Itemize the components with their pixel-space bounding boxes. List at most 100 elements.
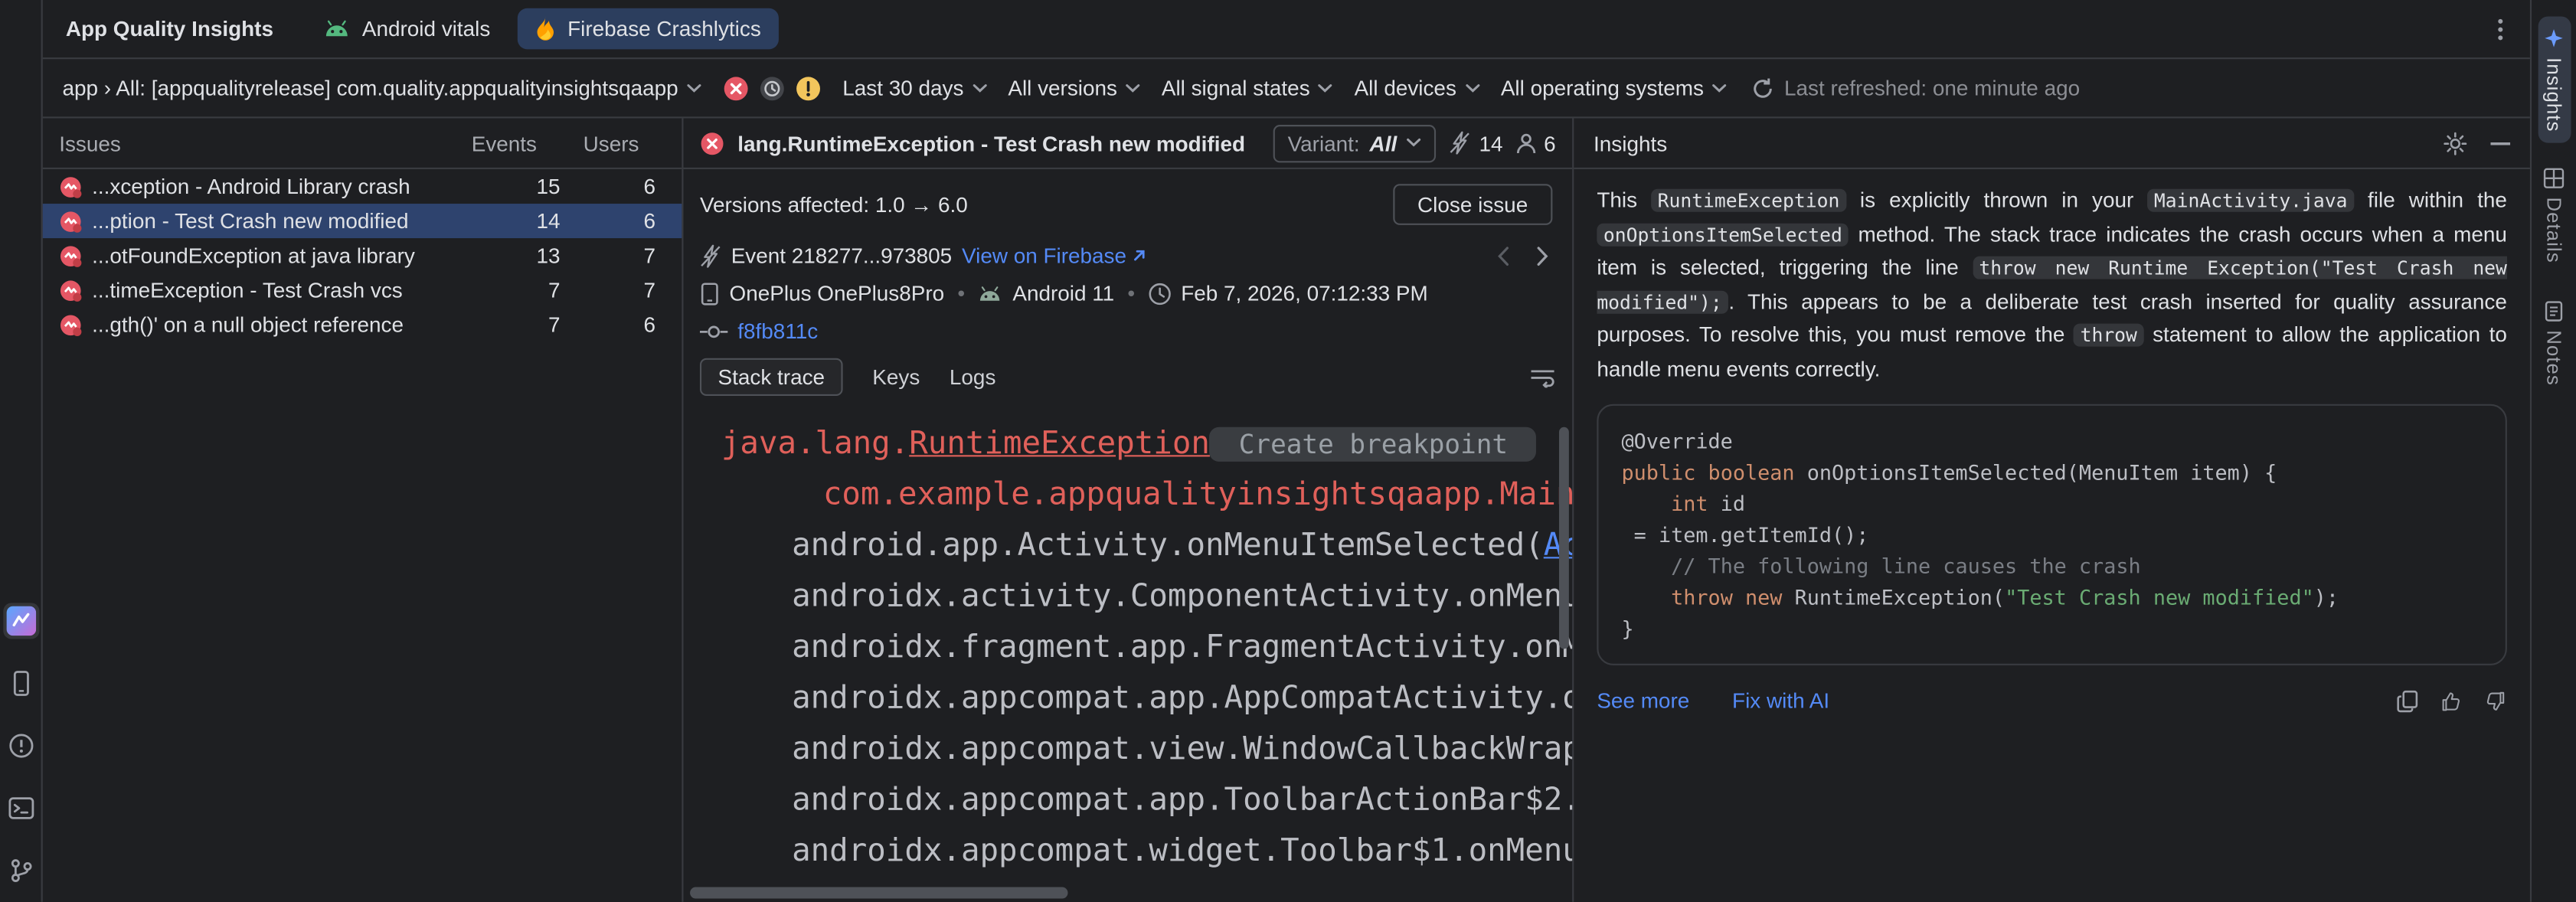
issue-events-count: 7 [472, 278, 584, 302]
stripe-label: Details [2542, 198, 2565, 263]
terminal-stripe-button[interactable] [2, 790, 38, 826]
vertical-scrollbar-thumb[interactable] [1559, 427, 1569, 649]
event-count-value: 14 [1479, 131, 1502, 155]
anr-signal-icon[interactable] [759, 75, 785, 101]
stripe-notes-button[interactable]: Notes [2538, 289, 2571, 397]
chevron-down-icon [1712, 83, 1727, 93]
stripe-details-button[interactable]: Details [2538, 157, 2571, 276]
chevron-down-icon [1126, 83, 1140, 93]
stack-trace[interactable]: java.lang.RuntimeException Create breakp… [683, 406, 1572, 902]
stripe-label: Notes [2542, 329, 2565, 385]
issues-panel: Issues Events Users ...xception - Androi… [43, 118, 684, 901]
device-manager-stripe-button[interactable] [2, 665, 38, 701]
notes-document-icon [2543, 300, 2565, 322]
copy-icon[interactable] [2397, 689, 2418, 712]
issue-users-count: 6 [584, 312, 678, 337]
filter-label: All operating systems [1501, 76, 1704, 100]
filter-label: All signal states [1162, 76, 1310, 100]
crash-issue-icon [59, 244, 82, 267]
issue-users-count: 7 [584, 243, 678, 268]
event-icon [700, 244, 721, 267]
filter-time-range[interactable]: Last 30 days [842, 76, 986, 100]
filter-versions[interactable]: All versions [1008, 76, 1140, 100]
non-fatal-signal-icon[interactable] [795, 75, 821, 101]
variant-label: Variant: [1288, 131, 1360, 155]
terminal-icon [8, 795, 34, 821]
scope-label: app › All: [appqualityrelease] com.quali… [63, 76, 678, 100]
insights-hide-icon[interactable] [2490, 140, 2510, 145]
filter-devices[interactable]: All devices [1355, 76, 1479, 100]
chevron-down-icon [972, 83, 986, 93]
fatal-signal-icon[interactable] [723, 75, 749, 101]
filter-toolbar: app › All: [appqualityrelease] com.quali… [43, 59, 2530, 118]
right-tool-stripe: Insights Details Notes [2530, 0, 2576, 902]
filter-label: Last 30 days [842, 76, 963, 100]
app-quality-insights-stripe-button[interactable] [2, 603, 38, 639]
crash-issue-icon [59, 279, 82, 302]
thumbs-down-icon[interactable] [2484, 689, 2507, 712]
scope-selector[interactable]: app › All: [appqualityrelease] com.quali… [63, 76, 701, 100]
issue-row[interactable]: ...xception - Android Library crash 15 6 [43, 169, 682, 204]
previous-event-chevron-icon[interactable] [1496, 246, 1509, 266]
version-control-stripe-button[interactable] [2, 852, 38, 888]
android-robot-icon [325, 20, 351, 38]
fatal-crash-icon [700, 131, 724, 155]
app-quality-insights-icon [6, 606, 36, 636]
timestamp-text: Feb 7, 2026, 07:12:33 PM [1181, 281, 1428, 306]
firebase-flame-icon [536, 16, 556, 41]
tool-window-options-kebab-icon[interactable] [2487, 11, 2513, 47]
separator-dot: • [1124, 281, 1138, 306]
issue-detail-title: lang.RuntimeException - Test Crash new m… [737, 131, 1245, 155]
stripe-insights-button[interactable]: Insights [2538, 16, 2571, 143]
crash-issue-icon [59, 175, 82, 198]
issue-events-count: 15 [472, 174, 584, 198]
issue-users-count: 6 [584, 208, 678, 233]
last-refreshed-text: Last refreshed: one minute ago [1784, 76, 2080, 100]
variant-dropdown[interactable]: Variant: All [1273, 124, 1436, 162]
issue-users-count: 7 [584, 278, 678, 302]
next-event-chevron-icon[interactable] [1536, 246, 1549, 266]
horizontal-scrollbar-thumb[interactable] [690, 887, 1067, 899]
view-on-firebase-label: View on Firebase [962, 243, 1126, 268]
stripe-label: Insights [2542, 57, 2565, 132]
problems-stripe-button[interactable] [2, 727, 38, 763]
see-more-link[interactable]: See more [1597, 688, 1689, 713]
commit-icon [700, 323, 727, 339]
device-manager-icon [8, 670, 34, 696]
filter-label: All devices [1355, 76, 1456, 100]
versions-affected-text: Versions affected: 1.0 → 6.0 [700, 192, 968, 217]
thumbs-up-icon[interactable] [2440, 689, 2463, 712]
chevron-down-icon [1318, 83, 1332, 93]
tab-keys[interactable]: Keys [872, 364, 920, 389]
clock-icon [1148, 282, 1171, 305]
issue-row[interactable]: ...gth()' on a null object reference 7 6 [43, 307, 682, 342]
left-tool-stripe [0, 0, 43, 902]
view-on-firebase-link[interactable]: View on Firebase [962, 243, 1146, 268]
chevron-down-icon [686, 83, 701, 93]
issue-title: ...timeException - Test Crash vcs [92, 278, 403, 302]
filter-signal-states[interactable]: All signal states [1162, 76, 1333, 100]
crash-events-icon [1450, 132, 1471, 155]
issue-row[interactable]: ...otFoundException at java library 13 7 [43, 238, 682, 273]
issue-title: ...ption - Test Crash new modified [92, 208, 408, 233]
issue-events-count: 7 [472, 312, 584, 337]
refresh-icon[interactable] [1751, 77, 1774, 100]
device-name-text: OnePlus OnePlus8Pro [730, 281, 945, 306]
issue-row-selected[interactable]: ...ption - Test Crash new modified 14 6 [43, 204, 682, 238]
insights-header-title: Insights [1594, 131, 1667, 155]
issue-detail-panel: lang.RuntimeException - Test Crash new m… [683, 118, 1574, 901]
tab-stack-trace[interactable]: Stack trace [700, 358, 843, 396]
soft-wrap-icon[interactable] [1529, 367, 1555, 387]
column-users: Users [584, 131, 678, 155]
tab-logs[interactable]: Logs [950, 364, 996, 389]
issue-row[interactable]: ...timeException - Test Crash vcs 7 7 [43, 273, 682, 307]
close-issue-button[interactable]: Close issue [1393, 184, 1553, 225]
filter-operating-systems[interactable]: All operating systems [1501, 76, 1727, 100]
tab-firebase-crashlytics[interactable]: Firebase Crashlytics [518, 8, 780, 50]
commit-hash-link[interactable]: f8fb811c [737, 319, 818, 343]
issue-events-count: 13 [472, 243, 584, 268]
tab-android-vitals[interactable]: Android vitals [306, 8, 508, 50]
insights-settings-gear-icon[interactable] [2443, 131, 2467, 155]
insights-sparkle-icon [2543, 28, 2565, 49]
fix-with-ai-link[interactable]: Fix with AI [1732, 688, 1829, 713]
